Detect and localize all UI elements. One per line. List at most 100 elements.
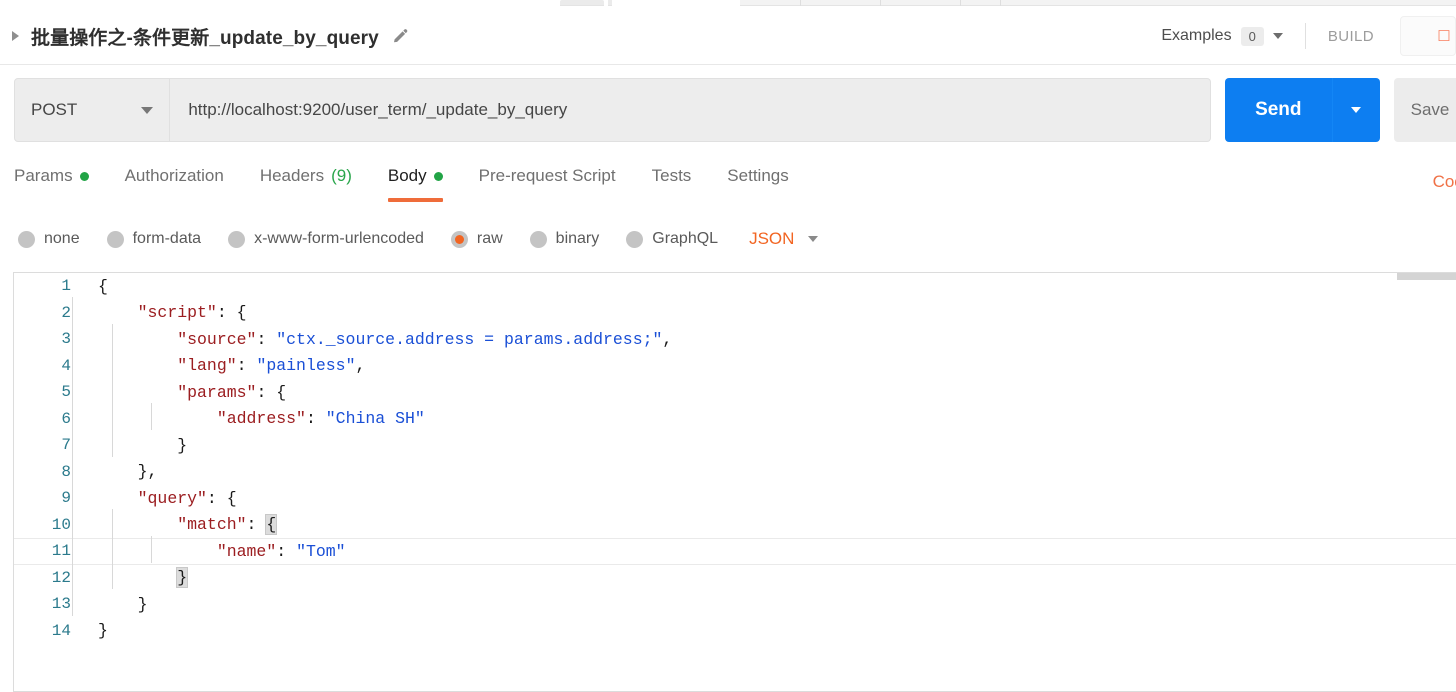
- indent-guide: [72, 403, 73, 431]
- json-key: "query": [137, 488, 207, 508]
- body-type-label: form-data: [132, 230, 202, 247]
- page-title: 批量操作之-条件更新_update_by_query: [31, 27, 379, 49]
- json-punctuation: {: [98, 276, 108, 296]
- code-text: "lang": "painless",: [72, 350, 365, 378]
- json-punctuation: }: [137, 594, 148, 614]
- indent-guide: [72, 562, 73, 590]
- json-key: "name": [216, 541, 277, 561]
- json-punctuation: :: [276, 541, 297, 561]
- indent-guide: [72, 509, 73, 537]
- code-line[interactable]: 8 },: [14, 456, 1456, 486]
- tab-body[interactable]: Body: [387, 158, 443, 204]
- json-string: "Tom": [296, 541, 346, 561]
- send-options-button[interactable]: [1331, 78, 1380, 142]
- cookies-link[interactable]: Cookies: [1433, 172, 1456, 192]
- line-number: 9: [61, 489, 71, 508]
- examples-dropdown[interactable]: Examples 0: [1161, 26, 1283, 46]
- code-line[interactable]: 9 "query": {: [14, 482, 1456, 512]
- code-line[interactable]: 2 "script": {: [14, 297, 1456, 327]
- body-type-graphql[interactable]: GraphQL: [626, 230, 718, 248]
- tab-label: Tests: [651, 166, 692, 185]
- line-number: 3: [61, 330, 71, 349]
- tab-separator: [1000, 0, 1001, 6]
- json-punctuation: }: [177, 435, 188, 455]
- save-button[interactable]: Save: [1393, 78, 1456, 142]
- build-button[interactable]: BUILD: [1328, 28, 1374, 45]
- tab-tests[interactable]: Tests: [652, 158, 692, 204]
- tab-stub[interactable]: [560, 0, 604, 6]
- indent-guide: [72, 297, 73, 325]
- code-lines: 1{2 "script": {3 "source": "ctx._source.…: [14, 273, 1456, 644]
- request-body-editor[interactable]: 1{2 "script": {3 "source": "ctx._source.…: [13, 272, 1456, 692]
- body-type-form-data[interactable]: form-data: [106, 230, 202, 248]
- line-number: 2: [61, 303, 71, 322]
- indent-guide: [111, 376, 113, 404]
- body-type-binary[interactable]: binary: [529, 230, 599, 248]
- json-key: "match": [177, 515, 247, 535]
- body-type-raw[interactable]: raw: [450, 230, 503, 248]
- code-line[interactable]: 12 }: [14, 562, 1456, 592]
- code-line[interactable]: 1{: [14, 273, 1456, 300]
- tab-headers[interactable]: Headers (9): [260, 158, 352, 204]
- tab-stub[interactable]: [740, 0, 1456, 6]
- pencil-icon[interactable]: [391, 28, 409, 46]
- indent-guide: [72, 429, 73, 457]
- code-text: }: [72, 588, 148, 616]
- indent-guide: [72, 588, 73, 616]
- comment-icon: ☐: [1437, 28, 1451, 45]
- indent-guide: [111, 323, 113, 351]
- radio-icon: [626, 230, 644, 248]
- radio-icon: [450, 230, 468, 248]
- json-punctuation: : {: [206, 488, 237, 508]
- code-line[interactable]: 6 "address": "China SH": [14, 403, 1456, 433]
- tab-pre-request-script[interactable]: Pre-request Script: [479, 158, 616, 204]
- http-method-select[interactable]: POST: [14, 78, 171, 142]
- chevron-down-icon: [808, 236, 819, 242]
- json-string: "ctx._source.address = params.address;": [276, 329, 663, 349]
- line-number: 8: [61, 462, 71, 481]
- json-key: "address": [216, 409, 306, 429]
- code-text: }: [72, 429, 188, 457]
- tab-count: (9): [331, 166, 352, 185]
- tab-separator: [960, 0, 961, 6]
- comment-button[interactable]: ☐: [1400, 16, 1456, 56]
- code-text: "name": "Tom": [72, 535, 346, 563]
- code-line[interactable]: 10 "match": {: [14, 509, 1456, 539]
- tab-label: Authorization: [124, 166, 224, 185]
- body-type-label: none: [44, 230, 80, 247]
- tab-modified-dot: [79, 171, 89, 181]
- body-type-x-www-form-urlencoded[interactable]: x-www-form-urlencoded: [228, 230, 424, 248]
- line-number: 4: [61, 356, 71, 375]
- code-line[interactable]: 14}: [14, 618, 1456, 645]
- indent-guide: [72, 323, 73, 351]
- code-line[interactable]: 11 "name": "Tom": [14, 535, 1456, 565]
- line-number: 6: [61, 409, 71, 428]
- code-line[interactable]: 7 }: [14, 429, 1456, 459]
- examples-label: Examples: [1161, 27, 1232, 44]
- body-type-none[interactable]: none: [18, 230, 80, 248]
- tab-authorization[interactable]: Authorization: [125, 158, 224, 204]
- code-line[interactable]: 13 }: [14, 588, 1456, 618]
- tab-label: Settings: [727, 166, 789, 185]
- tab-settings[interactable]: Settings: [727, 158, 788, 204]
- url-input[interactable]: http://localhost:9200/user_term/_update_…: [170, 78, 1211, 142]
- tab-modified-dot: [433, 171, 443, 181]
- code-text: "query": {: [72, 482, 237, 510]
- code-line[interactable]: 3 "source": "ctx._source.address = param…: [14, 323, 1456, 353]
- tab-label: Pre-request Script: [478, 166, 616, 185]
- matching-brace: }: [176, 567, 189, 589]
- tab-separator: [800, 0, 801, 6]
- json-punctuation: :: [256, 329, 277, 349]
- indent-guide: [72, 535, 73, 563]
- json-punctuation: ,: [662, 329, 673, 349]
- send-button[interactable]: Send: [1224, 78, 1332, 142]
- chevron-down-icon[interactable]: [1272, 33, 1283, 39]
- chevron-down-icon: [141, 106, 154, 114]
- triangle-right-icon[interactable]: [12, 31, 19, 41]
- tab-stub[interactable]: [608, 0, 612, 6]
- body-format-select[interactable]: JSON: [749, 229, 819, 249]
- json-punctuation: :: [246, 515, 267, 535]
- tab-params[interactable]: Params: [14, 158, 89, 204]
- code-line[interactable]: 4 "lang": "painless",: [14, 350, 1456, 380]
- code-line[interactable]: 5 "params": {: [14, 376, 1456, 406]
